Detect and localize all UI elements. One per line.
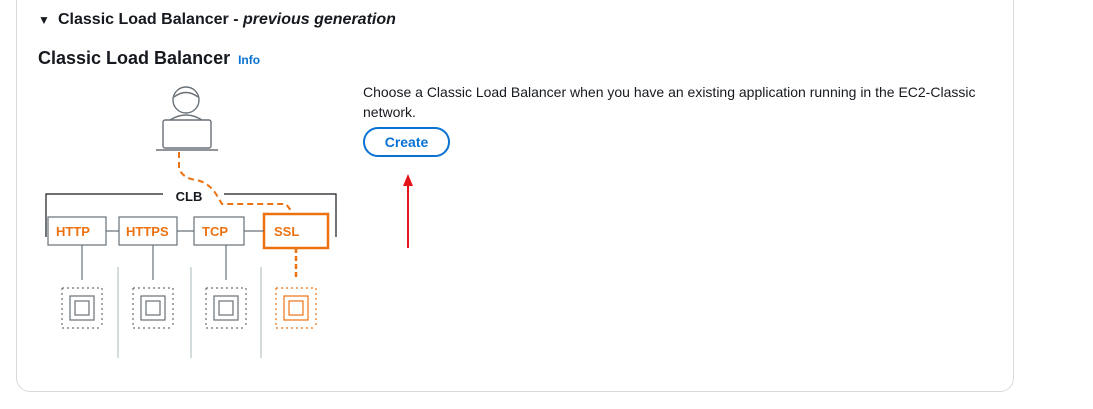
ec2-instance-icon [61, 287, 103, 329]
instance-connectors [81, 245, 227, 280]
svg-text:TCP: TCP [202, 224, 228, 239]
listener-ssl: SSL [262, 212, 330, 250]
clb-diagram: CLB HTTP HTTPS TCP SSL [45, 86, 337, 358]
column-dividers [117, 267, 262, 358]
user-computer-icon [156, 86, 218, 151]
panel-heading: Classic Load Balancer Info [38, 48, 260, 69]
section-subtitle: previous generation [242, 11, 396, 28]
listener-https: HTTPS [118, 216, 178, 246]
svg-text:HTTP: HTTP [56, 224, 90, 239]
listener-tcp: TCP [193, 216, 245, 246]
panel-description: Choose a Classic Load Balancer when you … [363, 84, 976, 120]
annotation-arrow-icon [403, 174, 413, 248]
info-link[interactable]: Info [238, 53, 260, 67]
panel-title: Classic Load Balancer [38, 48, 231, 68]
ec2-instance-highlighted-icon [275, 287, 317, 329]
listener-http: HTTP [47, 216, 107, 246]
svg-text:HTTPS: HTTPS [126, 224, 169, 239]
clb-label: CLB [176, 189, 203, 204]
ec2-instance-icon [132, 287, 174, 329]
create-button[interactable]: Create [363, 127, 450, 157]
section-title: Classic Load Balancer - previous generat… [58, 11, 396, 28]
svg-text:SSL: SSL [274, 224, 299, 239]
caret-down-icon: ▼ [38, 13, 50, 27]
section-toggle[interactable]: ▼ Classic Load Balancer - previous gener… [38, 9, 396, 31]
ec2-instance-icon [205, 287, 247, 329]
